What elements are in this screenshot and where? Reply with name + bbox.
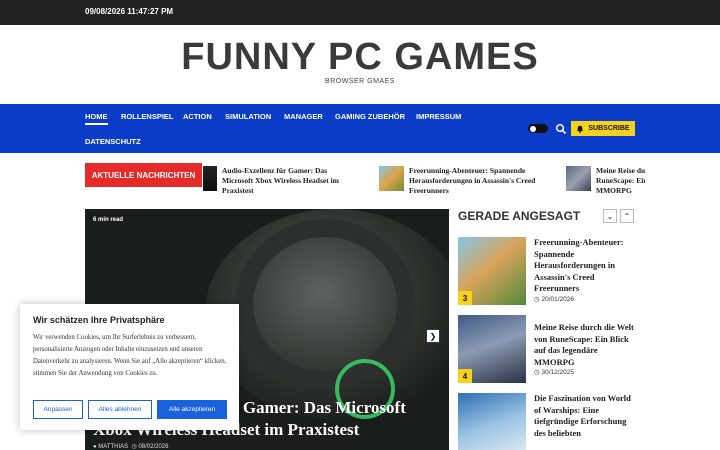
clock-icon: ◷ <box>534 296 540 303</box>
ticker-item[interactable]: Freerunning-Abenteuer: Spannende Herausf… <box>379 166 541 195</box>
site-tagline: BROWSER GMAES <box>325 78 395 85</box>
headset-band <box>235 219 415 389</box>
ticker-item-title: Audio-Exzellenz für Gamer: Das Microsoft… <box>222 166 339 195</box>
post-rank: 3 <box>458 291 472 305</box>
post-title[interactable]: Freerunning-Abenteuer: Spannende Herausf… <box>534 237 638 295</box>
post-title[interactable]: Meine Reise durch die Welt von RuneScape… <box>534 322 638 368</box>
trending-post[interactable]: 3 Freerunning-Abenteuer: Spannende Herau… <box>458 237 638 305</box>
cookie-consent-banner: Wir schätzen Ihre Privatsphäre Wir verwe… <box>20 304 239 430</box>
search-icon[interactable] <box>555 122 567 135</box>
subscribe-button[interactable]: SUBSCRIBE <box>571 121 635 136</box>
trending-up-button[interactable]: ⌃ <box>620 209 634 223</box>
trending-down-button[interactable]: ⌄ <box>603 209 617 223</box>
post-rank: 4 <box>458 369 472 383</box>
nav-manager[interactable]: MANAGER <box>284 112 323 121</box>
cookie-reject-button[interactable]: Alles ablehnen <box>88 400 152 419</box>
post-thumbnail: 3 <box>458 237 526 305</box>
cookie-text: Wir verwenden Cookies, um Ihr Surferlebn… <box>33 334 227 377</box>
chevron-right-icon: ❯ <box>429 331 437 341</box>
current-datetime: 09/08/2026 11:47:27 PM <box>85 7 174 16</box>
featured-meta: ● MATTHIAS ◷ 08/02/2026 <box>93 443 168 450</box>
featured-author[interactable]: MATTHIAS <box>98 444 128 450</box>
nav-simulation[interactable]: SIMULATION <box>225 112 271 121</box>
trending-post[interactable]: Die Faszination von World of Warships: E… <box>458 393 638 450</box>
ticker-thumbnail <box>203 166 217 191</box>
cookie-title: Wir schätzen Ihre Privatsphäre <box>33 315 165 325</box>
ticker-label: AKTUELLE NACHRICHTEN <box>85 163 202 187</box>
nav-impressum[interactable]: IMPRESSUM <box>416 112 461 121</box>
trending-heading: GERADE ANGESAGT <box>458 209 581 223</box>
site-title[interactable]: FUNNY PC GAMES <box>0 36 720 79</box>
chevron-down-icon: ⌄ <box>606 211 614 221</box>
post-date-value: 20/01/2026 <box>541 296 575 303</box>
post-thumbnail <box>458 393 526 450</box>
slider-next-button[interactable]: ❯ <box>426 329 440 343</box>
chevron-up-icon: ⌃ <box>623 211 631 221</box>
post-date: ◷ 20/01/2026 <box>534 295 574 303</box>
post-title[interactable]: Die Faszination von World of Warships: E… <box>534 393 638 439</box>
nav-rollenspiel[interactable]: ROLLENSPIEL <box>121 112 174 121</box>
ticker-item-title: Meine Reise durch die Welt von RuneScape… <box>596 166 645 195</box>
read-time: 6 min read <box>93 217 124 223</box>
toggle-knob <box>530 125 536 132</box>
nav-home[interactable]: HOME <box>85 112 108 125</box>
clock-icon: ◷ <box>131 444 137 450</box>
subscribe-label: SUBSCRIBE <box>588 125 630 132</box>
ticker-thumbnail <box>379 166 404 191</box>
trending-post[interactable]: 4 Meine Reise durch die Welt von RuneSca… <box>458 315 638 383</box>
ticker-item[interactable]: Meine Reise durch die Welt von RuneScape… <box>566 166 645 195</box>
nav-gaming-zubehoer[interactable]: GAMING ZUBEHÖR <box>335 112 405 121</box>
dark-mode-toggle[interactable] <box>528 124 548 133</box>
nav-datenschutz[interactable]: DATENSCHUTZ <box>85 137 141 146</box>
ticker-item[interactable]: Audio-Exzellenz für Gamer: Das Microsoft… <box>203 166 354 195</box>
cookie-customize-button[interactable]: Anpassen <box>33 400 83 419</box>
bell-icon <box>577 125 584 133</box>
top-bar: 09/08/2026 11:47:27 PM <box>0 0 720 25</box>
nav-action[interactable]: ACTION <box>183 112 212 121</box>
news-ticker: AKTUELLE NACHRICHTEN Audio-Exzellenz für… <box>85 163 645 195</box>
user-icon: ● <box>93 444 97 450</box>
post-thumbnail: 4 <box>458 315 526 383</box>
site-header: FUNNY PC GAMES BROWSER GMAES <box>0 25 720 104</box>
featured-date: 08/02/2026 <box>138 444 169 450</box>
post-date-value: 30/12/2025 <box>541 369 575 376</box>
ticker-thumbnail <box>566 166 591 191</box>
ticker-item-title: Freerunning-Abenteuer: Spannende Herausf… <box>409 166 536 195</box>
post-date: ◷ 30/12/2025 <box>534 368 574 376</box>
cookie-accept-button[interactable]: Alle akzeptieren <box>157 400 227 419</box>
clock-icon: ◷ <box>534 369 540 376</box>
